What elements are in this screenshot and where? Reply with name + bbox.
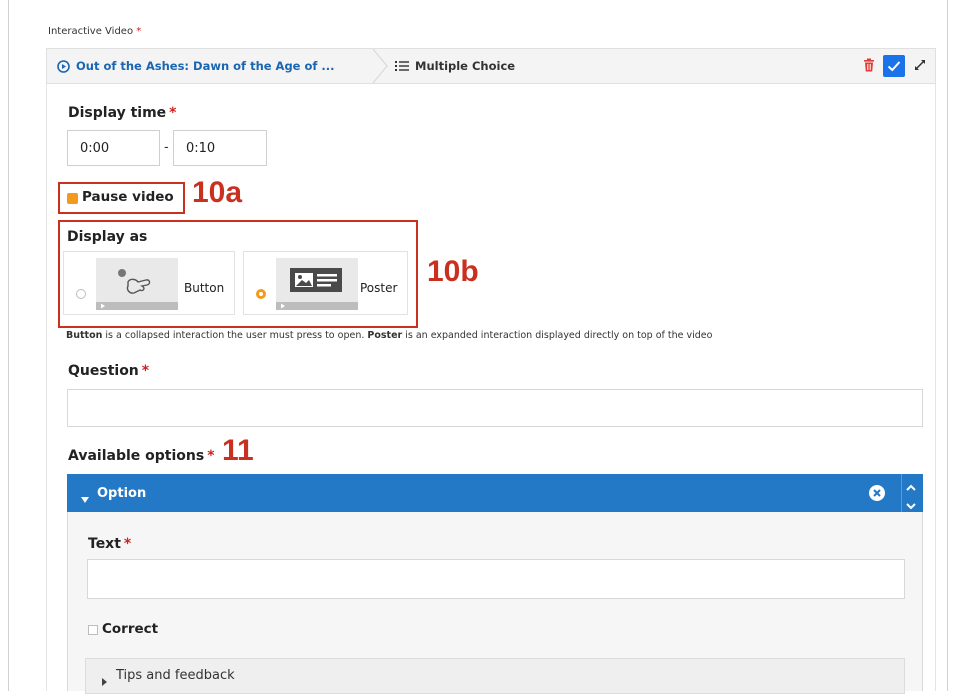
toolbar [863, 54, 927, 78]
interactive-video-label: Interactive Video * [48, 26, 142, 37]
caret-down-icon [81, 488, 89, 507]
available-options-label: Available options * [68, 448, 215, 464]
checkbox-empty-icon [88, 625, 98, 635]
checkbox-checked-icon [67, 193, 78, 204]
option-header-label: Option [97, 486, 147, 501]
play-circle-icon [57, 59, 70, 73]
breadcrumb-current: Multiple Choice [395, 49, 515, 83]
move-up-icon[interactable] [905, 478, 917, 497]
breadcrumb-separator-icon [372, 49, 388, 83]
breadcrumb-video-link[interactable]: Out of the Ashes: Dawn of the Age of ... [47, 49, 375, 83]
remove-option-icon[interactable] [869, 485, 885, 505]
button-option-label: Button [184, 281, 225, 295]
correct-label: Correct [102, 621, 159, 637]
button-thumbnail [96, 258, 178, 310]
annotation-10a: 10a [192, 176, 243, 209]
caret-right-icon [102, 671, 107, 690]
breadcrumb: Out of the Ashes: Dawn of the Age of ...… [46, 48, 936, 84]
display-time-label: Display time * [68, 105, 177, 121]
end-time-input[interactable]: 0:10 [173, 130, 267, 166]
expand-icon[interactable] [913, 57, 927, 76]
tips-and-feedback-label: Tips and feedback [116, 668, 235, 683]
correct-checkbox[interactable] [88, 625, 98, 635]
question-label: Question * [68, 363, 150, 379]
display-as-poster-card[interactable]: Poster [243, 251, 408, 315]
delete-icon[interactable] [863, 57, 875, 76]
question-input[interactable] [67, 389, 923, 427]
annotation-11: 11 [222, 434, 254, 467]
poster-radio-selected[interactable] [256, 289, 266, 299]
done-button[interactable] [883, 55, 905, 77]
display-as-help-text: Button is a collapsed interaction the us… [66, 330, 713, 341]
poster-layout-icon [290, 268, 342, 292]
poster-option-label: Poster [360, 281, 398, 295]
hand-pointer-icon [118, 269, 151, 294]
annotation-10b: 10b [427, 255, 479, 288]
thumbnail-progress-bar [276, 302, 358, 310]
list-icon [395, 60, 409, 72]
poster-thumbnail [276, 258, 358, 310]
start-time-input[interactable]: 0:00 [67, 130, 160, 166]
option-header[interactable]: Option [67, 474, 923, 512]
text-label: Text * [88, 536, 132, 552]
play-icon [101, 303, 105, 309]
thumbnail-progress-bar [96, 302, 178, 310]
display-as-button-card[interactable]: Button [63, 251, 235, 315]
button-radio[interactable] [76, 289, 86, 299]
option-text-input[interactable] [87, 559, 905, 599]
header-divider [901, 474, 902, 512]
pause-video-checkbox[interactable] [67, 193, 78, 204]
pause-video-label: Pause video [82, 189, 174, 205]
display-as-label: Display as [67, 229, 148, 245]
play-icon [281, 303, 285, 309]
checkmark-icon [887, 61, 901, 72]
tips-and-feedback-toggle[interactable]: Tips and feedback [85, 658, 905, 694]
time-separator: - [164, 140, 169, 155]
